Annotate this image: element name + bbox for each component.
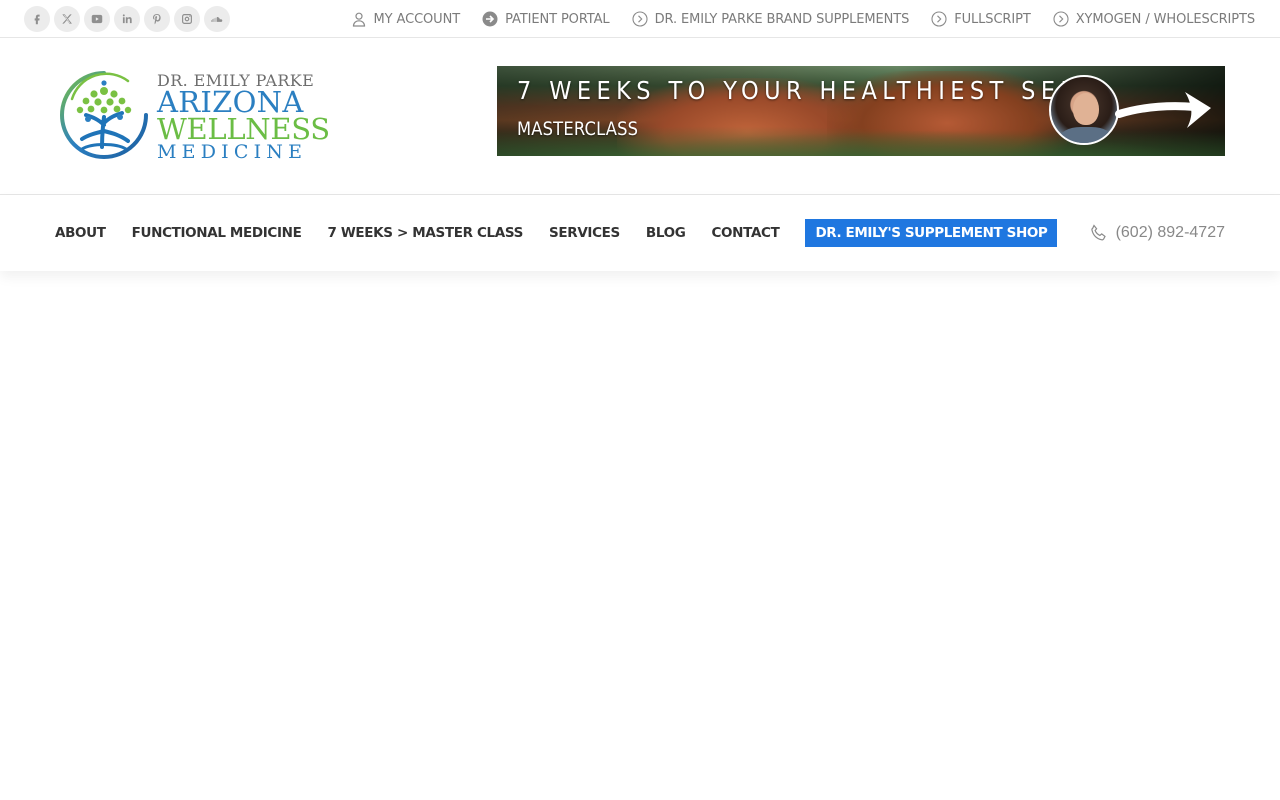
phone-number: (602) 892-4727 xyxy=(1115,224,1225,241)
top-bar: MY ACCOUNT PATIENT PORTAL DR. EMILY PARK… xyxy=(0,0,1280,38)
xymogen-wholescripts-label: XYMOGEN / WHOLESCRIPTS xyxy=(1075,11,1255,27)
facebook-icon[interactable] xyxy=(24,6,50,32)
tree-logo-icon xyxy=(60,71,148,159)
nav-item-blog[interactable]: BLOG xyxy=(646,225,686,241)
masterclass-banner[interactable]: 7 WEEKS TO YOUR HEALTHIEST SELF MASTERCL… xyxy=(497,66,1225,156)
chevron-circle-icon xyxy=(632,11,648,27)
nav-item-contact[interactable]: CONTACT xyxy=(712,225,780,241)
top-links: MY ACCOUNT PATIENT PORTAL DR. EMILY PARK… xyxy=(329,0,1255,38)
supplement-shop-button[interactable]: DR. EMILY'S SUPPLEMENT SHOP xyxy=(805,219,1058,247)
main-navigation: ABOUT FUNCTIONAL MEDICINE 7 WEEKS > MAST… xyxy=(0,195,1280,271)
soundcloud-icon[interactable] xyxy=(204,6,230,32)
patient-portal-label: PATIENT PORTAL xyxy=(505,11,610,27)
linkedin-icon[interactable] xyxy=(114,6,140,32)
patient-portal-link[interactable]: PATIENT PORTAL xyxy=(482,11,610,27)
x-twitter-icon[interactable] xyxy=(54,6,80,32)
user-icon xyxy=(351,11,367,27)
banner-title: 7 WEEKS TO YOUR HEALTHIEST SELF xyxy=(517,76,1097,105)
site-logo[interactable]: DR. EMILY PARKE ARIZONA WELLNESS MEDICIN… xyxy=(58,69,330,164)
arrow-circle-icon xyxy=(482,11,498,27)
nav-item-functional-medicine[interactable]: FUNCTIONAL MEDICINE xyxy=(132,225,302,241)
nav-menu: ABOUT FUNCTIONAL MEDICINE 7 WEEKS > MAST… xyxy=(55,195,1058,271)
chevron-circle-icon xyxy=(931,11,947,27)
fullscript-label: FULLSCRIPT xyxy=(954,11,1031,27)
my-account-label: MY ACCOUNT xyxy=(373,11,461,27)
banner-subtitle: MASTERCLASS xyxy=(517,118,639,140)
banner-portrait xyxy=(1049,75,1119,145)
instagram-icon[interactable] xyxy=(174,6,200,32)
phone-icon xyxy=(1090,224,1106,241)
brand-supplements-label: DR. EMILY PARKE BRAND SUPPLEMENTS xyxy=(654,11,910,27)
nav-item-about[interactable]: ABOUT xyxy=(55,225,106,241)
xymogen-wholescripts-link[interactable]: XYMOGEN / WHOLESCRIPTS xyxy=(1053,11,1255,27)
social-links xyxy=(24,6,230,32)
my-account-link[interactable]: MY ACCOUNT xyxy=(351,11,461,27)
phone-link[interactable]: (602) 892-4727 xyxy=(1090,195,1225,271)
logo-line-medicine: MEDICINE xyxy=(157,141,308,163)
nav-item-master-class[interactable]: 7 WEEKS > MASTER CLASS xyxy=(327,225,523,241)
pinterest-icon[interactable] xyxy=(144,6,170,32)
brand-supplements-link[interactable]: DR. EMILY PARKE BRAND SUPPLEMENTS xyxy=(632,11,910,27)
arrow-right-icon xyxy=(1115,92,1211,128)
site-header: DR. EMILY PARKE ARIZONA WELLNESS MEDICIN… xyxy=(0,38,1280,195)
nav-item-services[interactable]: SERVICES xyxy=(549,225,620,241)
chevron-circle-icon xyxy=(1053,11,1069,27)
youtube-icon[interactable] xyxy=(84,6,110,32)
fullscript-link[interactable]: FULLSCRIPT xyxy=(931,11,1031,27)
